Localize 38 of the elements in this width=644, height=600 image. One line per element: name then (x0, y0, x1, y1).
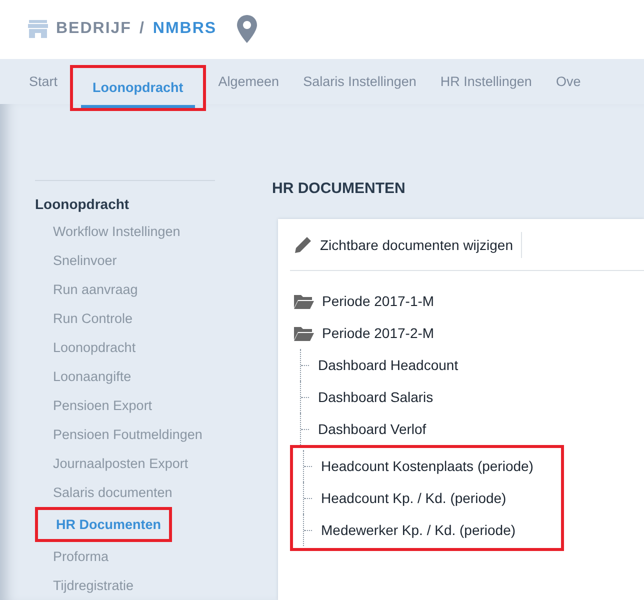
nav-tab[interactable]: Loonopdracht (80, 68, 196, 108)
sidebar-item[interactable]: Journaalposten Export (35, 449, 188, 478)
sidebar-item[interactable]: HR Documenten (38, 510, 162, 539)
sidebar-item[interactable]: Salaris documenten (35, 478, 172, 507)
sidebar-item[interactable]: Loonopdracht (35, 333, 136, 362)
folder-icon (294, 325, 314, 341)
document-item[interactable]: Dashboard Headcount (318, 357, 458, 373)
sidebar-item[interactable]: Run Controle (35, 304, 133, 333)
nav-tab[interactable]: Algemeen (206, 58, 292, 104)
pencil-icon (295, 236, 311, 252)
company-label: BEDRIJF (56, 20, 132, 38)
document-item[interactable]: Medewerker Kp. / Kd. (periode) (321, 522, 516, 538)
nav-tab[interactable]: HR Instellingen (428, 58, 544, 104)
location-pin-icon (236, 15, 257, 44)
store-icon (28, 20, 48, 38)
document-item[interactable]: Dashboard Salaris (318, 389, 434, 405)
sidebar-item[interactable]: Pensioen Export (35, 391, 152, 420)
sidebar-heading: Loonopdracht (35, 196, 130, 214)
folder-item[interactable]: Periode 2017-1-M (322, 293, 434, 309)
sidebar-item[interactable]: Loonaangifte (35, 362, 132, 391)
sidebar-item[interactable]: Workflow Instellingen (35, 217, 180, 246)
sidebar-item[interactable]: Proforma (35, 542, 109, 571)
edit-documents-button[interactable]: Zichtbare documenten wijzigen (294, 232, 522, 258)
nav-tab[interactable]: Salaris Instellingen (291, 58, 428, 104)
nav-tab[interactable]: Start (17, 58, 70, 104)
sidebar-item[interactable]: Tijdregistratie (35, 571, 134, 600)
company-name: NMBRS (152, 20, 217, 38)
folder-icon (294, 293, 314, 309)
breadcrumb-separator: / (139, 20, 145, 38)
nav-tab[interactable]: Ove (544, 58, 593, 104)
sidebar-item[interactable]: Pensioen Foutmeldingen (35, 420, 202, 449)
document-item[interactable]: Dashboard Verlof (318, 421, 426, 437)
sidebar-item[interactable]: Snelinvoer (35, 246, 117, 275)
document-item[interactable]: Headcount Kp. / Kd. (periode) (321, 490, 506, 506)
sidebar-item[interactable]: Run aanvraag (35, 275, 138, 304)
document-item[interactable]: Headcount Kostenplaats (periode) (321, 458, 534, 474)
page-title: HR DOCUMENTEN (272, 180, 406, 199)
folder-item[interactable]: Periode 2017-2-M (322, 325, 434, 341)
